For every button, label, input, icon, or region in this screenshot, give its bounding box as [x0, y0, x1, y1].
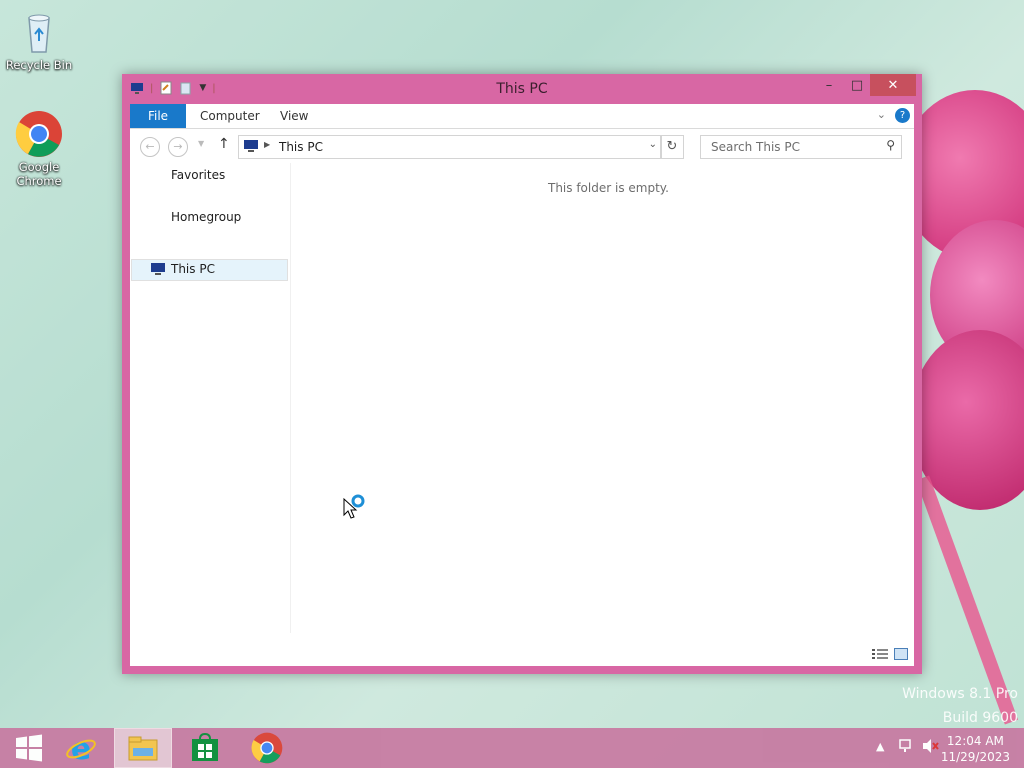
mouse-cursor-busy: [343, 494, 369, 523]
large-icons-view-icon[interactable]: [894, 648, 908, 660]
svg-text:e: e: [71, 732, 91, 764]
view-switcher: [872, 648, 908, 660]
address-dropdown-icon[interactable]: ⌄: [649, 139, 657, 150]
recent-locations-icon[interactable]: ▼: [198, 139, 204, 148]
ribbon-tabs: File Computer View ⌄ ?: [130, 104, 914, 129]
internet-explorer-icon: e: [66, 732, 96, 764]
address-path[interactable]: This PC: [279, 140, 323, 154]
maximize-button[interactable]: □: [844, 74, 870, 96]
desktop-icon-label: Recycle Bin: [5, 58, 73, 72]
navigation-bar: ← → ▼ ↑ ▶ This PC ⌄ ↻ ⚲: [130, 129, 914, 163]
window-title: This PC: [496, 81, 548, 97]
computer-icon: [244, 140, 258, 152]
expand-ribbon-icon[interactable]: ⌄: [877, 108, 886, 121]
system-clock[interactable]: 12:04 AM 11/29/2023: [941, 733, 1010, 765]
taskbar-internet-explorer[interactable]: e: [52, 728, 110, 768]
search-box[interactable]: ⚲: [700, 135, 902, 159]
search-icon[interactable]: ⚲: [886, 138, 895, 152]
address-bar[interactable]: ▶ This PC ⌄: [238, 135, 662, 159]
show-hidden-icons-icon[interactable]: ▲: [876, 740, 884, 753]
explorer-window: | ▼ | This PC – □ ✕ File Computer View ⌄…: [122, 74, 922, 674]
recycle-bin-icon: [15, 8, 63, 56]
desktop-icon-recycle-bin[interactable]: Recycle Bin: [4, 8, 74, 72]
start-icon: [16, 734, 42, 762]
store-icon: [192, 733, 218, 761]
back-button[interactable]: ←: [140, 137, 160, 157]
chrome-icon: [251, 732, 283, 764]
details-view-icon[interactable]: [872, 648, 888, 660]
os-watermark-edition: Windows 8.1 Pro: [902, 686, 1018, 702]
navigation-pane: Favorites Homegroup This PC: [130, 163, 291, 633]
desktop-icon-chrome[interactable]: Google Chrome: [4, 110, 74, 188]
volume-muted-icon[interactable]: [922, 738, 940, 757]
desktop-icon-label: Google Chrome: [16, 160, 62, 188]
file-explorer-icon: [128, 736, 158, 761]
tab-computer[interactable]: Computer: [200, 104, 260, 128]
nav-item-homegroup[interactable]: Homegroup: [171, 210, 241, 224]
title-bar[interactable]: | ▼ | This PC – □ ✕: [122, 74, 922, 104]
network-icon[interactable]: [898, 738, 914, 757]
os-watermark-build: Build 9600: [942, 710, 1018, 726]
clock-date: 11/29/2023: [940, 750, 1010, 764]
empty-folder-message: This folder is empty.: [548, 181, 669, 195]
minimize-button[interactable]: –: [814, 74, 844, 96]
breadcrumb-chevron-icon[interactable]: ▶: [264, 140, 270, 149]
computer-icon: [151, 263, 165, 275]
taskbar-chrome[interactable]: [238, 728, 296, 768]
refresh-button[interactable]: ↻: [660, 135, 684, 159]
clock-time: 12:04 AM: [946, 734, 1004, 748]
taskbar-file-explorer[interactable]: [114, 728, 172, 768]
nav-item-favorites[interactable]: Favorites: [171, 168, 225, 182]
nav-item-this-pc[interactable]: This PC: [171, 262, 215, 276]
start-button[interactable]: [0, 728, 58, 768]
tab-file[interactable]: File: [130, 104, 186, 128]
chrome-icon: [15, 110, 63, 158]
tab-view[interactable]: View: [280, 104, 308, 128]
search-input[interactable]: [709, 139, 873, 155]
close-button[interactable]: ✕: [870, 74, 916, 96]
taskbar-store[interactable]: [176, 728, 234, 768]
help-icon[interactable]: ?: [895, 108, 910, 123]
content-area: Favorites Homegroup This PC This folder …: [130, 163, 914, 666]
taskbar: e ▲ 12:04 AM 11/29/2023: [0, 728, 1024, 768]
up-arrow-icon[interactable]: ↑: [218, 136, 230, 152]
forward-button[interactable]: →: [168, 137, 188, 157]
